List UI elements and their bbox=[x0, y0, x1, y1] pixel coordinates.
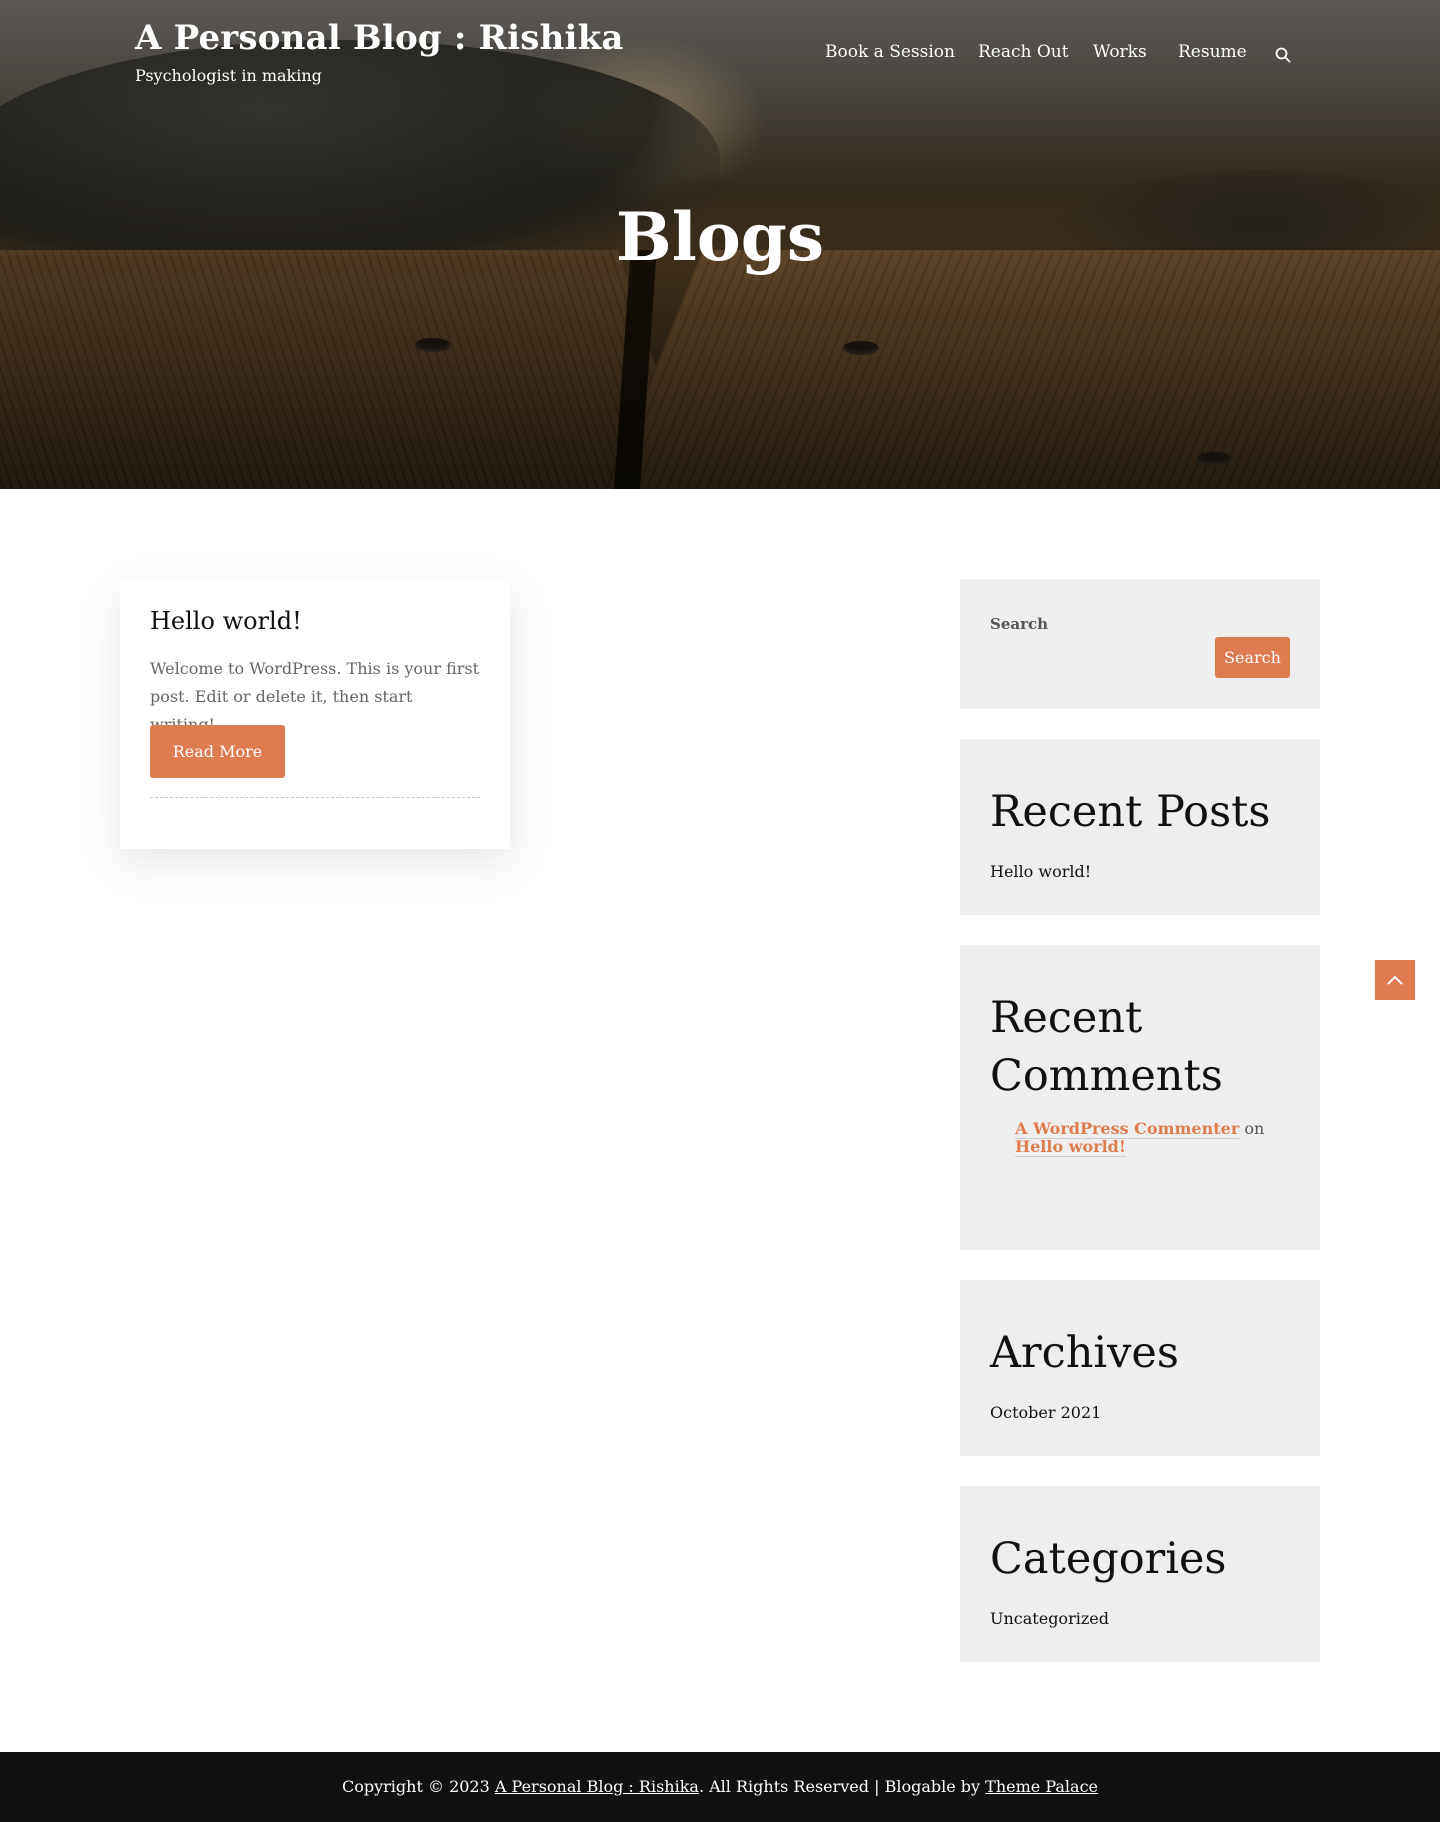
footer-rights-text: . All Rights Reserved | Blogable by bbox=[698, 1777, 981, 1796]
comment-author-link[interactable]: A WordPress Commenter bbox=[1015, 1119, 1240, 1139]
archive-link[interactable]: October 2021 bbox=[990, 1403, 1101, 1422]
recent-comments-widget: Recent Comments A WordPress Commenter on… bbox=[960, 945, 1320, 1250]
hero-banner: A Personal Blog : Rishika Psychologist i… bbox=[0, 0, 1440, 489]
comment-item: A WordPress Commenter on Hello world! bbox=[1015, 1119, 1300, 1157]
archives-widget: Archives October 2021 bbox=[960, 1280, 1320, 1456]
nav-item-works[interactable]: Works bbox=[1093, 42, 1147, 62]
read-more-button[interactable]: Read More bbox=[150, 725, 285, 778]
widget-title: Recent Posts bbox=[990, 787, 1271, 837]
categories-widget: Categories Uncategorized bbox=[960, 1486, 1320, 1662]
post-divider bbox=[150, 797, 480, 798]
chevron-up-icon bbox=[1386, 971, 1404, 990]
comment-post-link[interactable]: Hello world! bbox=[1015, 1137, 1126, 1157]
recent-post-link[interactable]: Hello world! bbox=[990, 862, 1091, 881]
site-tagline: Psychologist in making bbox=[135, 66, 322, 85]
comment-on-text: on bbox=[1244, 1119, 1265, 1138]
post-title[interactable]: Hello world! bbox=[150, 607, 302, 635]
footer-theme-link[interactable]: Theme Palace bbox=[985, 1777, 1098, 1796]
footer-site-link[interactable]: A Personal Blog : Rishika bbox=[495, 1777, 699, 1796]
site-title[interactable]: A Personal Blog : Rishika bbox=[135, 18, 624, 58]
footer-copyright: Copyright © 2023 bbox=[342, 1777, 490, 1796]
nav-item-reach-out[interactable]: Reach Out bbox=[978, 42, 1069, 62]
nav-item-book-a-session[interactable]: Book a Session bbox=[825, 42, 955, 62]
nav-item-resume[interactable]: Resume bbox=[1178, 42, 1247, 62]
post-card: Hello world! Welcome to WordPress. This … bbox=[120, 579, 510, 849]
category-link[interactable]: Uncategorized bbox=[990, 1609, 1109, 1628]
widget-title: Categories bbox=[990, 1534, 1227, 1584]
search-icon[interactable] bbox=[1274, 46, 1292, 64]
search-button[interactable]: Search bbox=[1215, 637, 1290, 678]
widget-title: Archives bbox=[990, 1328, 1179, 1378]
site-footer: Copyright © 2023 A Personal Blog : Rishi… bbox=[0, 1752, 1440, 1822]
search-widget: Search Search bbox=[960, 579, 1320, 709]
recent-posts-widget: Recent Posts Hello world! bbox=[960, 739, 1320, 915]
search-label: Search bbox=[990, 615, 1049, 633]
back-to-top-button[interactable] bbox=[1375, 960, 1415, 1000]
search-input[interactable] bbox=[990, 637, 1210, 677]
widget-title: Recent Comments bbox=[990, 993, 1223, 1101]
page-title: Blogs bbox=[615, 198, 825, 276]
